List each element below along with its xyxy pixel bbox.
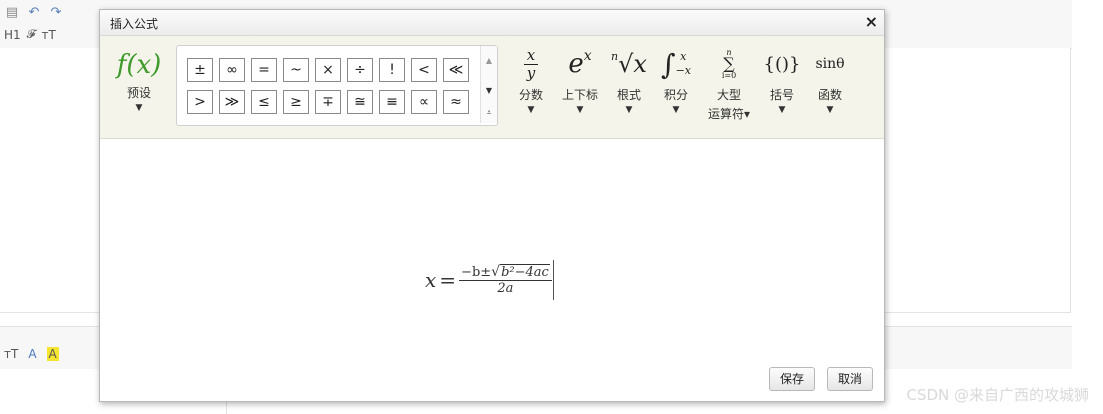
symbol-button[interactable]: ≡	[379, 90, 405, 114]
chevron-down-icon: ▼	[576, 105, 584, 115]
radical-label: 根式	[616, 88, 641, 102]
formula-numerator: −b± √ b²−4ac	[459, 264, 552, 280]
function-button[interactable]: sinθ 函数 ▼	[805, 46, 855, 115]
save-button[interactable]: 保存	[769, 367, 816, 391]
function-icon: f(x)	[116, 50, 162, 80]
symbol-button[interactable]: =	[251, 58, 277, 82]
scroll-down-icon[interactable]: ▼	[481, 86, 497, 95]
symbol-button[interactable]: ∓	[315, 90, 341, 114]
chevron-down-icon: ▼	[672, 105, 680, 115]
integral-label: 积分	[663, 88, 688, 102]
symbol-button[interactable]: ≪	[443, 58, 469, 82]
symbol-button[interactable]: >	[187, 90, 213, 114]
font-size-dropdown[interactable]: ᴛT	[42, 28, 56, 42]
symbol-button[interactable]: ≈	[443, 90, 469, 114]
script-label: 上下标	[561, 88, 598, 102]
preset-button[interactable]: f(x) 预设 ▼	[116, 50, 162, 113]
script-button[interactable]: ex 上下标 ▼	[555, 46, 605, 115]
summation-icon: n ∑ i=0	[721, 48, 737, 80]
symbol-button[interactable]: !	[379, 58, 405, 82]
insert-formula-dialog: 插入公式 × f(x) 预设 ▼ ± ∞ = ~ × ÷ ! < ≪ > ≫ ≤…	[99, 9, 885, 402]
fraction-button[interactable]: xy 分数 ▼	[506, 46, 556, 115]
fraction-icon: xy	[506, 46, 556, 82]
large-operator-label: 大型	[716, 88, 741, 102]
superscript-icon: ex	[568, 48, 592, 79]
toolbar-row-1: ▤ ↶ ↷	[4, 5, 64, 21]
formula[interactable]: x = −b± √ b²−4ac 2a	[425, 260, 554, 300]
font-color-dropdown[interactable]: A	[28, 347, 36, 361]
dialog-title: 插入公式	[110, 17, 159, 31]
numerator-prefix: −b±	[461, 264, 492, 280]
sqrt-icon: √	[491, 264, 501, 280]
chevron-down-icon: ▼	[625, 105, 633, 115]
symbol-button[interactable]: ×	[315, 58, 341, 82]
function-label: 函数	[817, 88, 842, 102]
chevron-down-icon: ▼	[527, 105, 535, 115]
font-size-dropdown-2[interactable]: ᴛT	[4, 347, 18, 361]
symbol-button[interactable]: ≤	[251, 90, 277, 114]
symbol-button[interactable]: ±	[187, 58, 213, 82]
sine-icon: sinθ	[815, 56, 845, 72]
cancel-button[interactable]: 取消	[827, 367, 874, 391]
formula-editor-area[interactable]: x = −b± √ b²−4ac 2a 保存 取消	[100, 139, 884, 401]
symbol-button[interactable]: ≥	[283, 90, 309, 114]
symbol-button[interactable]: <	[411, 58, 437, 82]
heading-dropdown[interactable]: H1	[4, 28, 21, 42]
integral-icon: ∫ x −x	[660, 47, 691, 81]
expand-palette-icon[interactable]: ⩡	[481, 108, 497, 118]
text-cursor	[552, 260, 554, 300]
symbol-palette: ± ∞ = ~ × ÷ ! < ≪ > ≫ ≤ ≥ ∓ ≅ ≡ ∝ ≈ ▲ ▼ …	[176, 45, 498, 126]
square-root: √ b²−4ac	[491, 264, 550, 280]
redo-icon[interactable]: ↷	[48, 5, 64, 21]
font-family-dropdown[interactable]: 𝓕	[27, 27, 36, 42]
undo-icon[interactable]: ↶	[26, 5, 42, 21]
source-icon[interactable]: ▤	[4, 5, 20, 21]
radical-button[interactable]: n √ x 根式 ▼	[604, 46, 654, 115]
large-operator-button[interactable]: n ∑ i=0 大型 运算符▾	[703, 46, 755, 122]
symbol-button[interactable]: ÷	[347, 58, 373, 82]
watermark: CSDN @来自广西的攻城狮	[906, 386, 1089, 404]
symbol-grid: ± ∞ = ~ × ÷ ! < ≪ > ≫ ≤ ≥ ∓ ≅ ≡ ∝ ≈	[187, 58, 469, 114]
fraction-label: 分数	[518, 88, 543, 102]
bracket-icon: {()}	[763, 53, 801, 75]
radical-icon: n √ x	[611, 50, 647, 78]
bracket-button[interactable]: {()} 括号 ▼	[757, 46, 807, 116]
formula-ribbon: f(x) 预设 ▼ ± ∞ = ~ × ÷ ! < ≪ > ≫ ≤ ≥ ∓ ≅ …	[100, 36, 884, 139]
chevron-down-icon: ▼	[135, 103, 143, 113]
formula-lhs: x	[425, 268, 437, 292]
symbol-button[interactable]: ~	[283, 58, 309, 82]
preset-label: 预设	[126, 86, 151, 100]
formula-equals: =	[439, 268, 457, 292]
highlight-color-dropdown[interactable]: A	[46, 347, 59, 361]
formula-denominator: 2a	[497, 281, 514, 296]
scroll-up-icon[interactable]: ▲	[481, 56, 497, 65]
palette-scrollbar[interactable]: ▲ ▼ ⩡	[480, 46, 497, 123]
symbol-button[interactable]: ≅	[347, 90, 373, 114]
dialog-titlebar[interactable]: 插入公式 ×	[100, 10, 884, 36]
chevron-down-icon: ▼	[826, 105, 834, 115]
large-operator-sublabel: 运算符▾	[707, 107, 751, 121]
bracket-label: 括号	[769, 88, 794, 102]
symbol-button[interactable]: ∝	[411, 90, 437, 114]
toolbar-row-2: H1 𝓕 ᴛT	[4, 27, 56, 42]
integral-button[interactable]: ∫ x −x 积分 ▼	[651, 46, 701, 116]
chevron-down-icon: ▼	[778, 105, 786, 115]
toolbar-row-3: ᴛT A A	[4, 347, 59, 361]
symbol-button[interactable]: ∞	[219, 58, 245, 82]
close-icon[interactable]: ×	[865, 12, 878, 31]
formula-fraction: −b± √ b²−4ac 2a	[459, 264, 552, 296]
symbol-button[interactable]: ≫	[219, 90, 245, 114]
radicand: b²−4ac	[500, 264, 550, 280]
